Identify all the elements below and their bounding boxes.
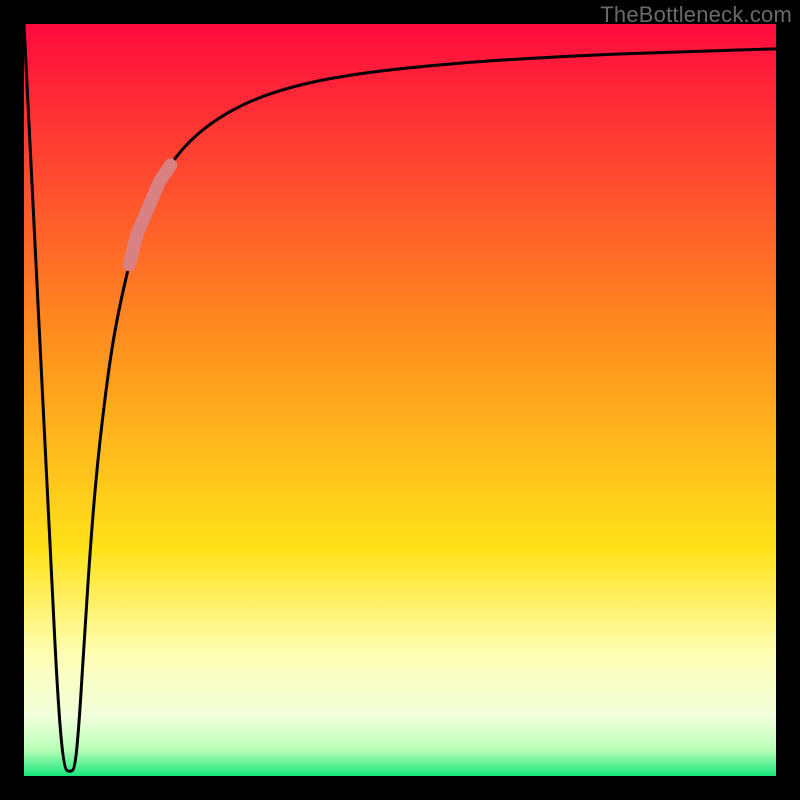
plot-area [24, 24, 776, 776]
gradient-background [24, 24, 776, 776]
chart-frame: TheBottleneck.com [0, 0, 800, 800]
attribution-text: TheBottleneck.com [600, 2, 792, 28]
bottleneck-chart [24, 24, 776, 776]
